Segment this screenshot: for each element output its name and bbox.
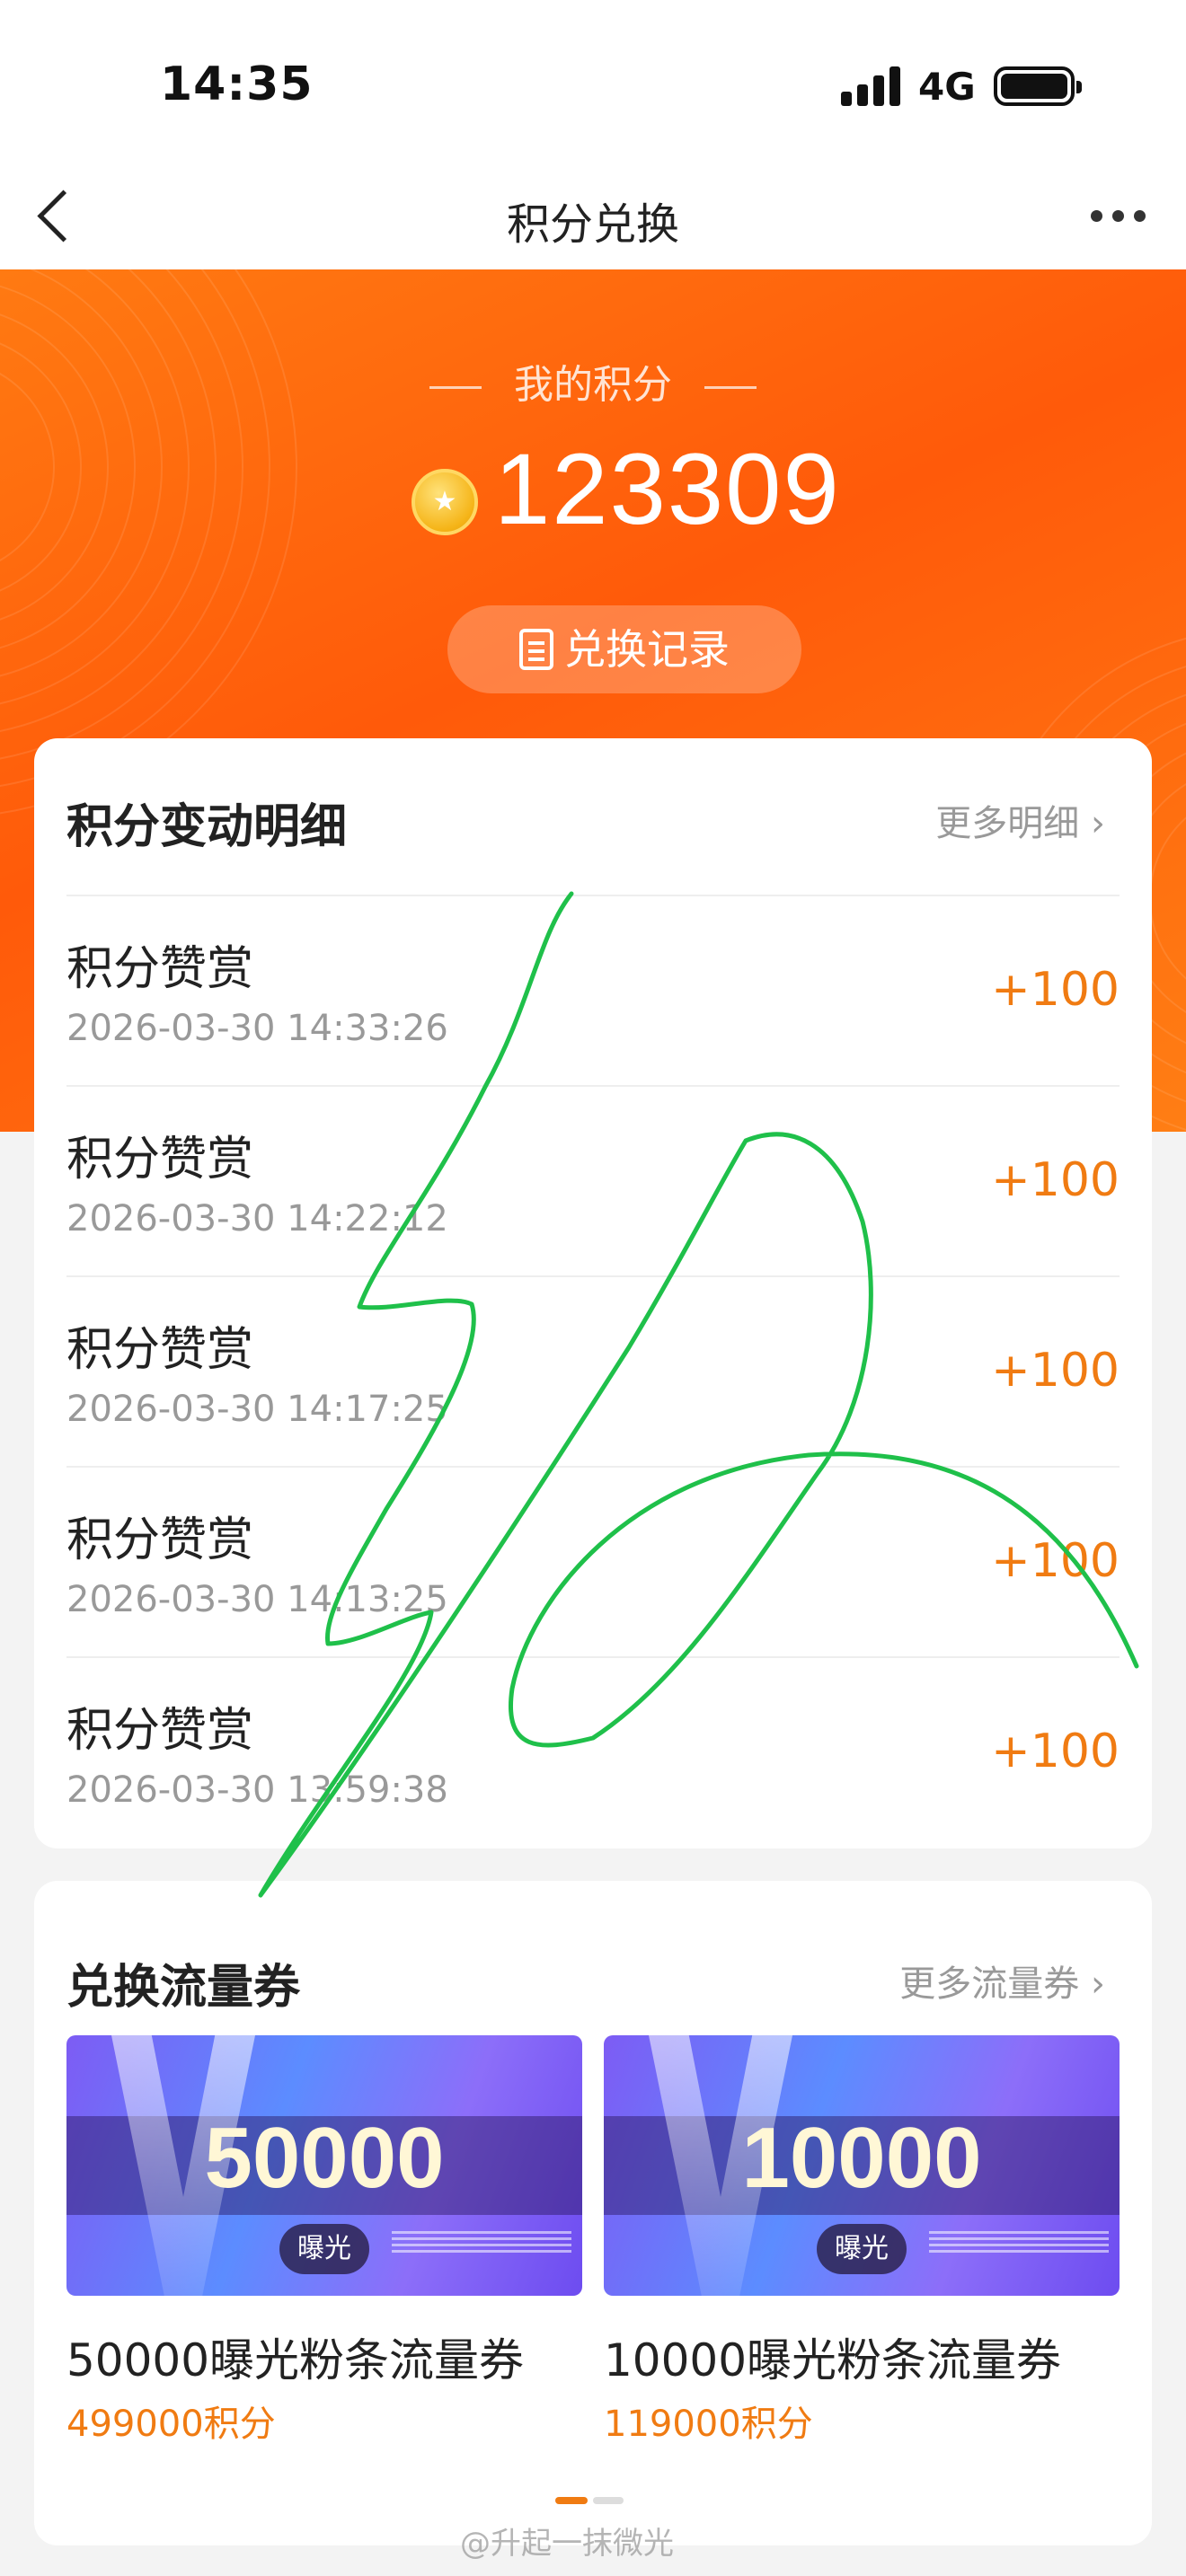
item-amount: +100 bbox=[991, 1344, 1120, 1398]
item-date: 2026-03-30 14:22:12 bbox=[66, 1198, 448, 1239]
coupon-name[interactable]: 10000曝光粉条流量券 bbox=[604, 2325, 1061, 2389]
list-item[interactable]: 积分赞赏 2026-03-30 14:17:25 +100 bbox=[66, 1275, 1120, 1466]
coupon-amount: 10000 bbox=[741, 2110, 982, 2206]
carousel-indicator bbox=[555, 2497, 627, 2504]
page-title: 积分兑换 bbox=[506, 199, 679, 250]
points-detail-card: 积分变动明细 更多明细 › 积分赞赏 2026-03-30 14:33:26 +… bbox=[34, 738, 1152, 1848]
status-time: 14:35 bbox=[160, 57, 314, 111]
more-dots-icon[interactable] bbox=[1084, 198, 1155, 234]
coupons-title: 兑换流量券 bbox=[66, 1961, 301, 2015]
exchange-record-button[interactable]: 兑换记录 bbox=[447, 605, 801, 693]
item-label: 积分赞赏 bbox=[66, 1133, 254, 1187]
coupon-price: 499000积分 bbox=[66, 2404, 276, 2445]
item-amount: +100 bbox=[991, 963, 1120, 1017]
coupon-amount: 50000 bbox=[204, 2110, 445, 2206]
coupon-price: 119000积分 bbox=[604, 2404, 813, 2445]
coupon-image[interactable]: 50000 曝光 bbox=[66, 2035, 582, 2296]
coin-icon bbox=[412, 469, 478, 535]
my-points-label: 我的积分 bbox=[0, 352, 1186, 410]
document-icon bbox=[519, 628, 553, 670]
item-date: 2026-03-30 13:59:38 bbox=[66, 1769, 448, 1811]
coupon-tag: 曝光 bbox=[817, 2224, 907, 2274]
item-label: 积分赞赏 bbox=[66, 1704, 254, 1758]
list-item[interactable]: 积分赞赏 2026-03-30 14:13:25 +100 bbox=[66, 1466, 1120, 1656]
coupon-image[interactable]: 10000 曝光 bbox=[604, 2035, 1120, 2296]
item-amount: +100 bbox=[991, 1534, 1120, 1588]
watermark: @升起一抹微光 bbox=[460, 2526, 674, 2562]
nav-bar: 积分兑换 bbox=[0, 162, 1186, 269]
coupon-name[interactable]: 50000曝光粉条流量券 bbox=[66, 2325, 524, 2389]
battery-icon bbox=[994, 66, 1082, 106]
details-title: 积分变动明细 bbox=[66, 800, 348, 854]
item-date: 2026-03-30 14:17:25 bbox=[66, 1389, 448, 1430]
signal-icon bbox=[841, 66, 902, 106]
more-details-link[interactable]: 更多明细 › bbox=[935, 794, 1105, 846]
network-type: 4G bbox=[918, 65, 976, 109]
coupon-card: 兑换流量券 更多流量券 › 50000 曝光 50000曝光粉条流量券 4990… bbox=[34, 1881, 1152, 2545]
item-date: 2026-03-30 14:33:26 bbox=[66, 1008, 448, 1049]
item-label: 积分赞赏 bbox=[66, 1513, 254, 1567]
coupon-tag: 曝光 bbox=[279, 2224, 369, 2274]
item-amount: +100 bbox=[991, 1153, 1120, 1207]
list-item[interactable]: 积分赞赏 2026-03-30 13:59:38 +100 bbox=[66, 1656, 1120, 1847]
more-coupons-link[interactable]: 更多流量券 › bbox=[899, 1954, 1105, 2007]
item-date: 2026-03-30 14:13:25 bbox=[66, 1579, 448, 1620]
item-amount: +100 bbox=[991, 1725, 1120, 1778]
item-label: 积分赞赏 bbox=[66, 1323, 254, 1377]
list-item[interactable]: 积分赞赏 2026-03-30 14:33:26 +100 bbox=[66, 895, 1120, 1085]
item-label: 积分赞赏 bbox=[66, 942, 254, 996]
status-bar: 14:35 4G bbox=[0, 0, 1186, 162]
list-item[interactable]: 积分赞赏 2026-03-30 14:22:12 +100 bbox=[66, 1085, 1120, 1275]
points-value: 123309 bbox=[494, 433, 841, 545]
